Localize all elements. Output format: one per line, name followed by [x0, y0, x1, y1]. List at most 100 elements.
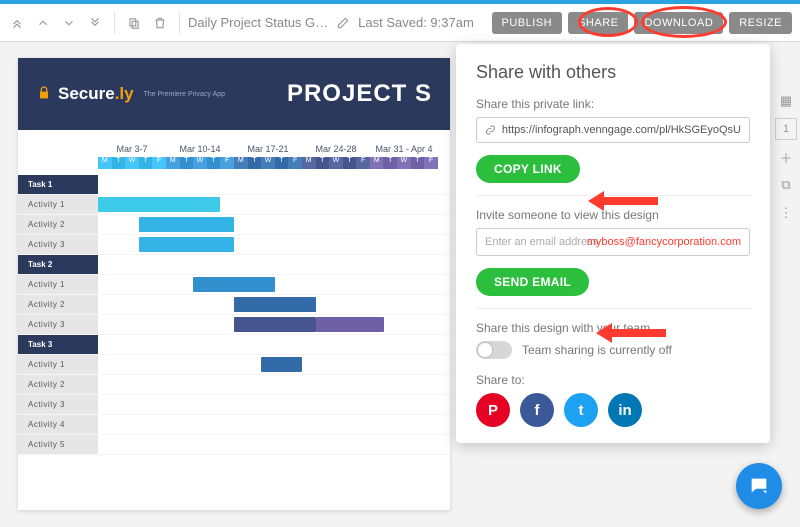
day-header: F	[288, 157, 302, 169]
day-header: T	[383, 157, 397, 169]
add-page-icon[interactable]: ＋	[775, 146, 797, 168]
divider	[114, 12, 115, 34]
row-label: Activity 5	[18, 435, 98, 454]
duplicate-page-icon[interactable]: ⧉	[775, 174, 797, 196]
delete-icon[interactable]	[149, 12, 171, 34]
gantt-bar	[261, 357, 302, 372]
week-header: Mar 3-7	[98, 144, 166, 157]
bar-area	[98, 335, 450, 354]
task-row: Task 3	[18, 335, 450, 355]
top-actions: PUBLISH SHARE DOWNLOAD RESIZE	[492, 12, 793, 34]
social-pinterest-button[interactable]: P	[476, 393, 510, 427]
bar-area	[98, 415, 450, 434]
download-button[interactable]: DOWNLOAD	[634, 12, 723, 34]
bar-area	[98, 275, 450, 294]
task-row: Task 1	[18, 175, 450, 195]
activity-row: Activity 3	[18, 315, 450, 335]
row-label: Activity 1	[18, 275, 98, 294]
day-header: T	[248, 157, 262, 169]
team-sharing-toggle[interactable]	[476, 341, 512, 359]
link-label: Share this private link:	[476, 97, 750, 111]
social-facebook-button[interactable]: f	[520, 393, 554, 427]
week-header: Mar 24-28	[302, 144, 370, 157]
week-header: Mar 31 - Apr 4	[370, 144, 438, 157]
bar-area	[98, 255, 450, 274]
email-placeholder: Enter an email address	[485, 236, 598, 248]
gantt-bar	[316, 317, 384, 332]
day-header: M	[98, 157, 112, 169]
day-header: T	[343, 157, 357, 169]
day-header: W	[397, 157, 411, 169]
day-header: T	[207, 157, 221, 169]
brand-name: Secure.ly	[58, 84, 134, 104]
bar-area	[98, 215, 450, 234]
logo: Secure.ly The Premiere Privacy App	[36, 84, 225, 104]
email-input[interactable]: Enter an email address myboss@fancycorpo…	[476, 228, 750, 256]
row-label: Task 1	[18, 175, 98, 194]
task-row: Task 2	[18, 255, 450, 275]
day-header: W	[329, 157, 343, 169]
day-header: T	[180, 157, 194, 169]
right-sidebar: ▦ 1 ＋ ⧉ ⋮	[772, 90, 800, 224]
last-saved: Last Saved: 9:37am	[358, 15, 474, 30]
activity-row: Activity 4	[18, 415, 450, 435]
row-label: Activity 2	[18, 375, 98, 394]
day-header: T	[275, 157, 289, 169]
team-status: Team sharing is currently off	[522, 343, 672, 357]
design-canvas[interactable]: Secure.ly The Premiere Privacy App PROJE…	[18, 58, 450, 510]
grid-icon[interactable]: ▦	[775, 90, 797, 112]
copy-link-button[interactable]: COPY LINK	[476, 155, 580, 183]
bar-area	[98, 295, 450, 314]
send-email-button[interactable]: SEND EMAIL	[476, 268, 589, 296]
day-header: T	[112, 157, 126, 169]
day-header: F	[220, 157, 234, 169]
up-icon[interactable]	[32, 12, 54, 34]
bar-area	[98, 195, 450, 214]
divider	[476, 308, 750, 309]
email-sample-annotation: myboss@fancycorporation.com	[587, 236, 741, 248]
chat-fab[interactable]	[736, 463, 782, 509]
row-label: Activity 3	[18, 235, 98, 254]
copy-icon[interactable]	[123, 12, 145, 34]
row-label: Activity 1	[18, 195, 98, 214]
activity-row: Activity 5	[18, 435, 450, 455]
annotation-arrow-copy	[602, 197, 658, 205]
activity-row: Activity 2	[18, 375, 450, 395]
activity-row: Activity 1	[18, 275, 450, 295]
down-icon[interactable]	[58, 12, 80, 34]
collapse-up-icon[interactable]	[6, 12, 28, 34]
row-label: Activity 4	[18, 415, 98, 434]
social-linkedin-button[interactable]: in	[608, 393, 642, 427]
row-label: Activity 1	[18, 355, 98, 374]
row-label: Task 3	[18, 335, 98, 354]
share-panel: Share with others Share this private lin…	[456, 44, 770, 443]
gantt-bar	[193, 277, 275, 292]
bar-area	[98, 315, 450, 334]
day-header: T	[139, 157, 153, 169]
document-title[interactable]: Daily Project Status G…	[188, 15, 328, 30]
gantt-chart: Mar 3-7Mar 10-14Mar 17-21Mar 24-28Mar 31…	[18, 130, 450, 455]
gantt-bar	[98, 197, 220, 212]
gantt-bar	[234, 317, 316, 332]
social-twitter-button[interactable]: t	[564, 393, 598, 427]
collapse-down-icon[interactable]	[84, 12, 106, 34]
gantt-bar	[139, 237, 234, 252]
activity-row: Activity 1	[18, 195, 450, 215]
edit-title-icon[interactable]	[332, 12, 354, 34]
publish-button[interactable]: PUBLISH	[492, 12, 563, 34]
invite-label: Invite someone to view this design	[476, 208, 750, 222]
tagline: The Premiere Privacy App	[144, 91, 225, 98]
day-header: T	[316, 157, 330, 169]
gantt-bar	[139, 217, 234, 232]
activity-row: Activity 2	[18, 215, 450, 235]
page-indicator[interactable]: 1	[775, 118, 797, 140]
day-header: F	[152, 157, 166, 169]
day-header: F	[356, 157, 370, 169]
share-button[interactable]: SHARE	[568, 12, 628, 34]
more-icon[interactable]: ⋮	[775, 202, 797, 224]
resize-button[interactable]: RESIZE	[729, 12, 792, 34]
share-link-input[interactable]: https://infograph.venngage.com/pl/HkSGEy…	[476, 117, 750, 143]
day-header: M	[370, 157, 384, 169]
divider	[476, 195, 750, 196]
bar-area	[98, 395, 450, 414]
